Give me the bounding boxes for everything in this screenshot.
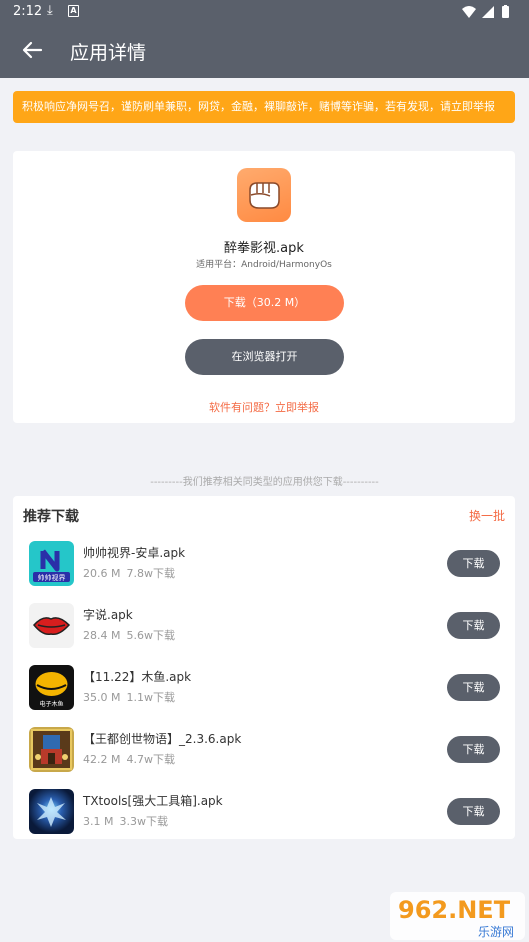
app-icon xyxy=(237,168,291,222)
app-icon-wangdu xyxy=(29,727,74,772)
item-download-button[interactable]: 下载 xyxy=(447,674,500,701)
item-name: 【王都创世物语】_2.3.6.apk xyxy=(83,732,242,746)
svg-text:帅帅视界: 帅帅视界 xyxy=(38,573,66,582)
app-platform: 适用平台：Android/HarmonyOs xyxy=(196,260,332,270)
item-downloads: 7.8w下载 xyxy=(126,567,175,580)
notification-a-icon: A xyxy=(68,5,79,17)
item-size: 20.6 M xyxy=(83,567,121,580)
item-name: 帅帅视界-安卓.apk xyxy=(83,546,186,560)
item-download-button[interactable]: 下载 xyxy=(447,736,500,763)
anti-fraud-notice: 积极响应净网号召，谨防刷单兼职，网贷，金融，裸聊敲诈，赌博等诈骗，若有发现，请立… xyxy=(13,91,515,123)
battery-icon xyxy=(502,6,509,18)
app-icon-muyu: 电子木鱼 xyxy=(29,665,74,710)
item-meta: 42.2 M 4.7w下载 xyxy=(83,751,181,767)
status-time: 2:12 xyxy=(13,4,43,19)
site-watermark-logo: 962.NET 乐游网 xyxy=(390,892,525,940)
item-download-button[interactable]: 下载 xyxy=(447,612,500,639)
item-meta: 3.1 M 3.3w下载 xyxy=(83,813,174,829)
list-item[interactable]: 字说.apk 28.4 M 5.6w下载 下载 xyxy=(13,596,515,658)
item-size: 3.1 M xyxy=(83,815,114,828)
item-download-button[interactable]: 下载 xyxy=(447,798,500,825)
status-bar: 2:12 ⤓ A xyxy=(0,0,529,24)
back-arrow-icon[interactable] xyxy=(21,39,43,61)
refresh-batch-button[interactable]: 换一批 xyxy=(469,507,505,524)
fist-icon xyxy=(249,182,280,209)
recommend-section: 推荐下载 换一批 帅帅视界 帅帅视界-安卓.apk 20.6 M 7.8w下载 下… xyxy=(13,496,515,839)
svg-text:962.NET: 962.NET xyxy=(398,896,511,924)
app-icon-zishuo xyxy=(29,603,74,648)
app-icon-txtools xyxy=(29,789,74,834)
item-meta: 20.6 M 7.8w下载 xyxy=(83,565,181,581)
svg-text:乐游网: 乐游网 xyxy=(478,925,514,939)
item-name: TXtools[强大工具箱].apk xyxy=(83,794,223,808)
signal-icon xyxy=(482,6,494,18)
app-name: 醉拳影视.apk xyxy=(224,241,304,256)
list-item[interactable]: 【王都创世物语】_2.3.6.apk 42.2 M 4.7w下载 下载 xyxy=(13,720,515,782)
recommend-title: 推荐下载 xyxy=(23,509,79,525)
item-downloads: 5.6w下载 xyxy=(126,629,175,642)
list-item[interactable]: 电子木鱼 【11.22】木鱼.apk 35.0 M 1.1w下载 下载 xyxy=(13,658,515,720)
item-size: 35.0 M xyxy=(83,691,121,704)
svg-text:电子木鱼: 电子木鱼 xyxy=(39,700,63,708)
open-in-browser-button[interactable]: 在浏览器打开 xyxy=(185,339,344,375)
app-icon-shuaishuai: 帅帅视界 xyxy=(29,541,74,586)
item-meta: 35.0 M 1.1w下载 xyxy=(83,689,181,705)
page-title: 应用详情 xyxy=(70,42,147,64)
list-item[interactable]: TXtools[强大工具箱].apk 3.1 M 3.3w下载 下载 xyxy=(13,782,515,844)
item-size: 42.2 M xyxy=(83,753,121,766)
system-status-icons xyxy=(462,5,509,18)
app-bar: 应用详情 xyxy=(0,24,529,78)
item-name: 字说.apk xyxy=(83,608,133,622)
item-downloads: 4.7w下载 xyxy=(126,753,175,766)
item-name: 【11.22】木鱼.apk xyxy=(83,670,192,684)
item-download-button[interactable]: 下载 xyxy=(447,550,500,577)
item-meta: 28.4 M 5.6w下载 xyxy=(83,627,181,643)
app-detail-card: 醉拳影视.apk 适用平台：Android/HarmonyOs 下载（30.2 … xyxy=(13,151,515,423)
recommend-divider: ---------我们推荐相关同类型的应用供您下载---------- xyxy=(150,477,379,488)
item-size: 28.4 M xyxy=(83,629,121,642)
wifi-icon xyxy=(462,6,476,18)
download-status-icon: ⤓ xyxy=(47,3,53,18)
download-button[interactable]: 下载（30.2 M） xyxy=(185,285,344,321)
item-downloads: 1.1w下载 xyxy=(126,691,175,704)
report-link[interactable]: 软件有问题？立即举报 xyxy=(13,399,515,415)
item-downloads: 3.3w下载 xyxy=(119,815,168,828)
list-item[interactable]: 帅帅视界 帅帅视界-安卓.apk 20.6 M 7.8w下载 下载 xyxy=(13,534,515,596)
